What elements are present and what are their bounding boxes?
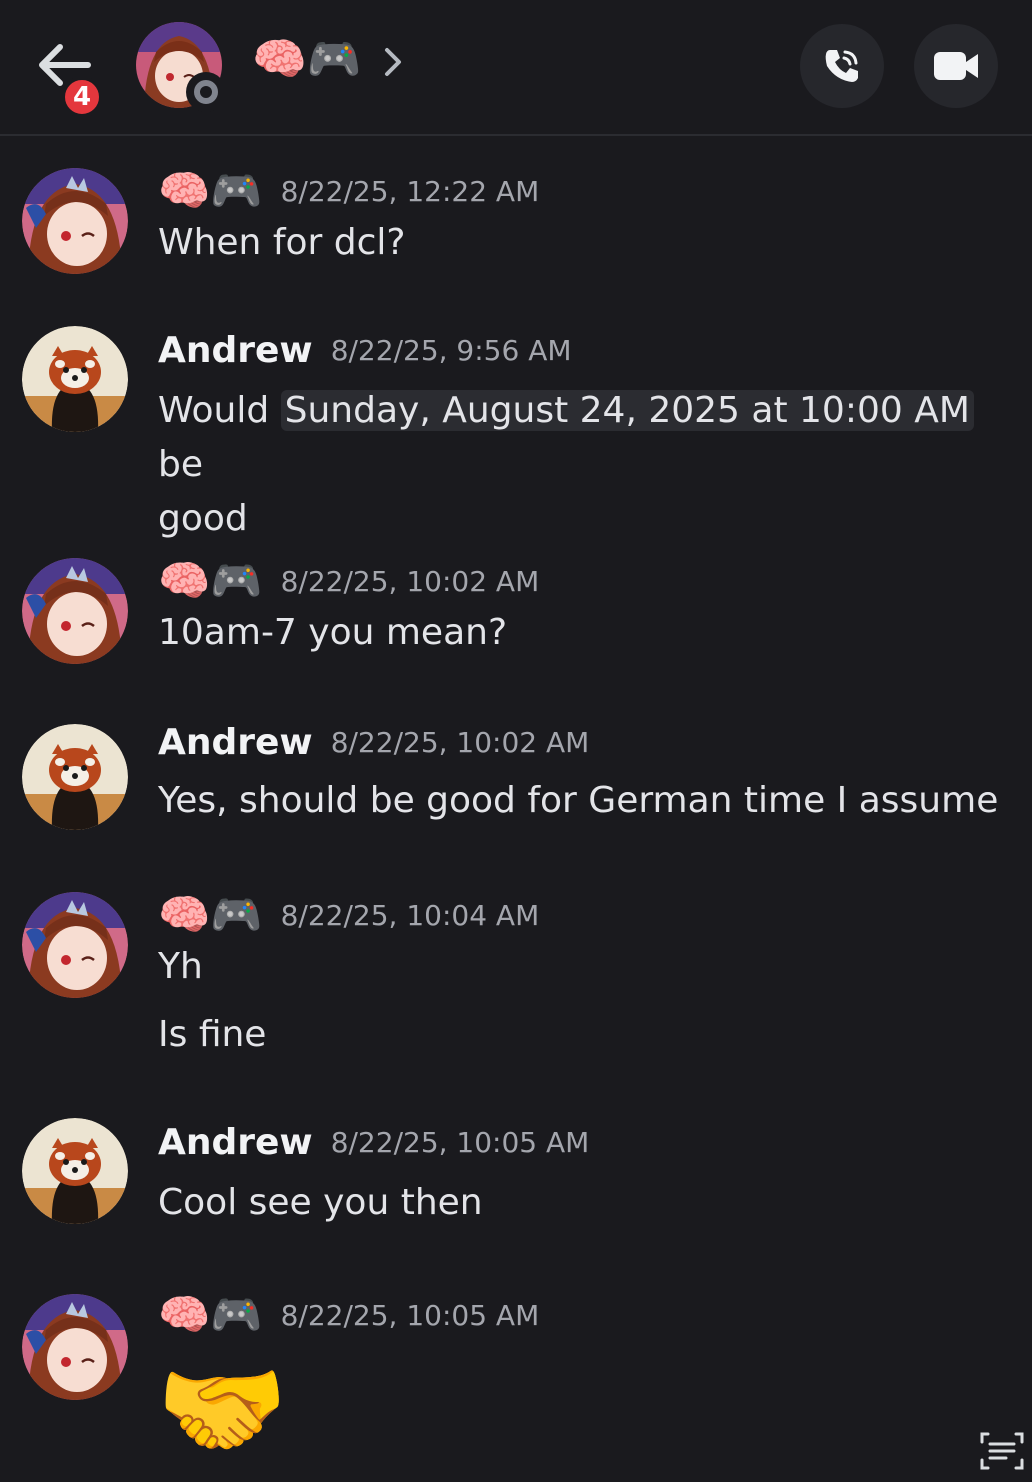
message-text: Yh: [158, 946, 203, 987]
avatar[interactable]: [22, 1294, 128, 1400]
avatar[interactable]: [22, 724, 128, 830]
message-text-part: Would: [158, 390, 281, 431]
author-name[interactable]: 🧠🎮: [158, 1290, 263, 1339]
scan-text-icon[interactable]: [976, 1424, 1028, 1478]
status-offline-icon: [186, 72, 226, 112]
avatar[interactable]: [22, 558, 128, 664]
unread-badge: 4: [61, 76, 103, 118]
message-text: Cool see you then: [158, 1182, 483, 1223]
message-text-part: be: [158, 444, 203, 485]
chevron-right-icon[interactable]: [382, 44, 404, 80]
timestamp: 8/22/25, 10:02 AM: [330, 726, 590, 759]
author-name[interactable]: Andrew: [158, 1122, 313, 1163]
timestamp: 8/22/25, 10:02 AM: [280, 564, 540, 598]
author-name[interactable]: Andrew: [158, 330, 313, 371]
avatar[interactable]: [22, 892, 128, 998]
author-name[interactable]: 🧠🎮: [158, 890, 263, 939]
video-call-button[interactable]: [914, 24, 998, 108]
video-camera-icon: [934, 52, 978, 80]
author-name[interactable]: 🧠🎮: [158, 556, 263, 605]
channel-name[interactable]: 🧠🎮: [252, 32, 362, 88]
message-text-part: good: [158, 498, 248, 539]
avatar[interactable]: [22, 1118, 128, 1224]
message-text: 10am-7 you mean?: [158, 612, 508, 653]
timestamp: 8/22/25, 12:22 AM: [280, 174, 540, 208]
timestamp: 8/22/25, 9:56 AM: [330, 334, 572, 367]
timestamp: 8/22/25, 10:05 AM: [330, 1126, 590, 1159]
timestamp: 8/22/25, 10:04 AM: [280, 898, 540, 932]
avatar[interactable]: [22, 168, 128, 274]
message-text: Would Sunday, August 24, 2025 at 10:00 A…: [158, 384, 1008, 546]
chat-header: 4 🧠🎮: [0, 0, 1032, 136]
author-name[interactable]: 🧠🎮: [158, 166, 263, 215]
author-name[interactable]: Andrew: [158, 722, 313, 763]
message-text: Yes, should be good for German time I as…: [158, 780, 999, 821]
voice-call-button[interactable]: [800, 24, 884, 108]
message-text: When for dcl?: [158, 222, 406, 263]
phone-call-icon: [825, 50, 858, 82]
timestamp-chip[interactable]: Sunday, August 24, 2025 at 10:00 AM: [280, 390, 974, 431]
timestamp: 8/22/25, 10:05 AM: [280, 1298, 540, 1332]
message-text: Is fine: [158, 1014, 267, 1055]
handshake-emoji[interactable]: 🤝: [156, 1350, 288, 1470]
avatar[interactable]: [22, 326, 128, 432]
